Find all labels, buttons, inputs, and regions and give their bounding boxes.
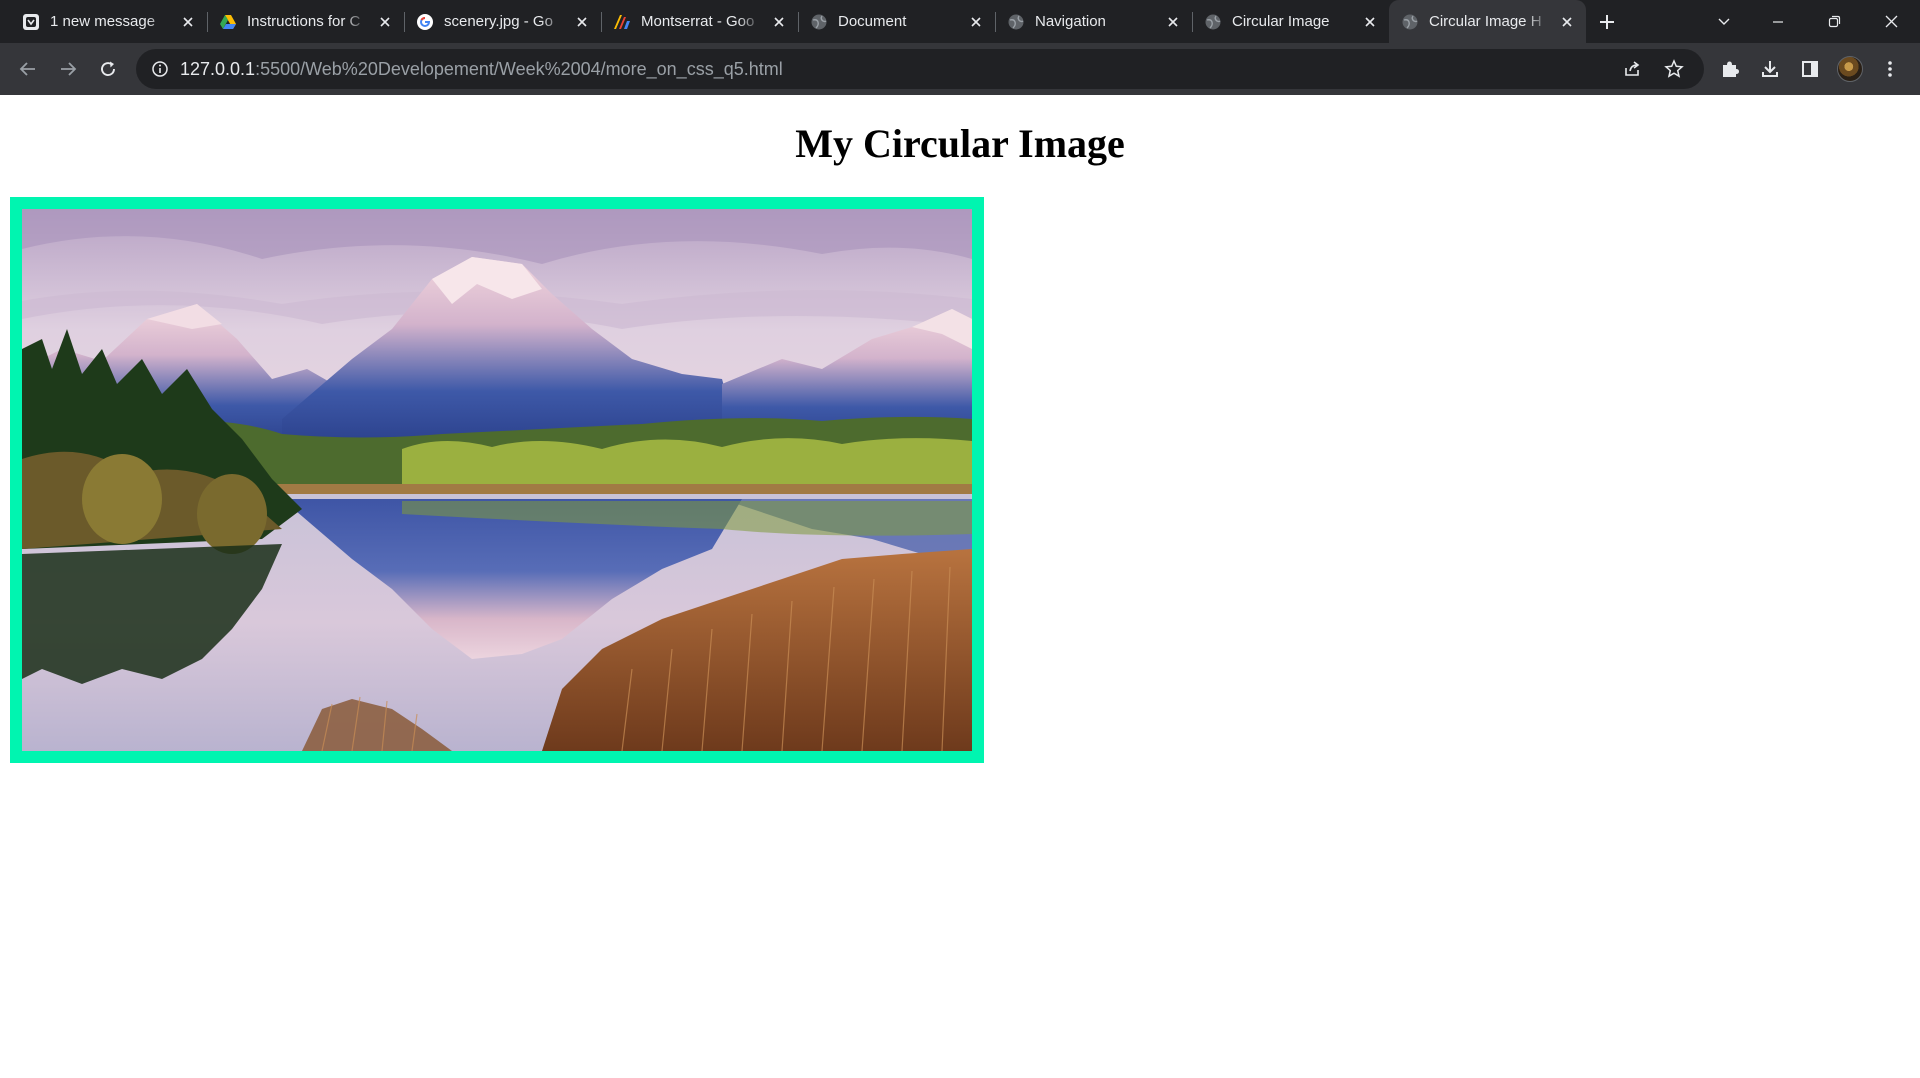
globe-icon [1401, 13, 1419, 31]
toolbar-actions [1712, 49, 1908, 89]
google-fonts-icon [613, 13, 631, 31]
tab-title: scenery.jpg - Go [444, 13, 553, 30]
tab-8-active[interactable]: Circular Image H [1389, 0, 1586, 43]
tab-6[interactable]: Navigation [995, 0, 1192, 43]
tab-3[interactable]: scenery.jpg - Go [404, 0, 601, 43]
download-icon[interactable] [1752, 51, 1788, 87]
tab-title: Circular Image H [1429, 13, 1542, 30]
close-icon[interactable] [179, 13, 197, 31]
tab-title: Instructions for C [247, 13, 361, 30]
reload-icon [101, 61, 115, 76]
extensions-puzzle-icon[interactable] [1712, 51, 1748, 87]
tab-title: Document [838, 13, 907, 30]
url-text[interactable]: 127.0.0.1:5500/Web%20Developement/Week%2… [180, 59, 1614, 80]
arrow-right-icon [61, 62, 77, 76]
close-icon[interactable] [1558, 13, 1576, 31]
restore-button[interactable] [1806, 0, 1863, 43]
address-bar[interactable]: 127.0.0.1:5500/Web%20Developement/Week%2… [136, 49, 1704, 89]
tab-title: 1 new message [50, 13, 156, 30]
globe-icon [1204, 13, 1222, 31]
reload-button[interactable] [88, 49, 128, 89]
mail-app-icon [22, 13, 40, 31]
profile-avatar[interactable] [1832, 51, 1868, 87]
side-panel-icon[interactable] [1792, 51, 1828, 87]
chevron-down-icon [1718, 18, 1730, 25]
close-window-button[interactable] [1863, 0, 1920, 43]
new-tab-button[interactable] [1590, 0, 1624, 43]
tab-4[interactable]: Montserrat - Goo [601, 0, 798, 43]
globe-icon [810, 13, 828, 31]
url-host: 127.0.0.1 [180, 58, 256, 79]
tab-title: Navigation [1035, 13, 1106, 30]
window-controls [1699, 0, 1920, 43]
close-icon[interactable] [967, 13, 985, 31]
browser-toolbar: 127.0.0.1:5500/Web%20Developement/Week%2… [0, 43, 1920, 95]
globe-icon [1007, 13, 1025, 31]
plus-icon [1600, 14, 1614, 29]
tab-strip: 1 new message Instructions for C scenery… [0, 0, 1920, 43]
tab-title: Circular Image [1232, 13, 1330, 30]
restore-icon [1828, 15, 1841, 28]
tab-5[interactable]: Document [798, 0, 995, 43]
bookmark-star-icon[interactable] [1656, 51, 1692, 87]
close-icon[interactable] [770, 13, 788, 31]
tab-7[interactable]: Circular Image [1192, 0, 1389, 43]
tab-title: Montserrat - Goo [641, 13, 755, 30]
google-icon [416, 13, 434, 31]
share-icon[interactable] [1614, 51, 1650, 87]
close-icon[interactable] [1361, 13, 1379, 31]
avatar [1837, 56, 1863, 82]
minimize-button[interactable] [1749, 0, 1806, 43]
close-icon[interactable] [573, 13, 591, 31]
back-button[interactable] [8, 49, 48, 89]
omnibox-actions [1614, 51, 1692, 87]
tab-2[interactable]: Instructions for C [207, 0, 404, 43]
minimize-icon [1772, 20, 1783, 23]
url-path: :5500/Web%20Developement/Week%2004/more_… [255, 58, 783, 79]
menu-kebab-icon[interactable] [1872, 51, 1908, 87]
forward-button[interactable] [48, 49, 88, 89]
close-icon [1885, 15, 1898, 28]
google-drive-icon [219, 13, 237, 31]
tab-search-button[interactable] [1699, 0, 1749, 43]
tab-1[interactable]: 1 new message [10, 0, 207, 43]
close-icon[interactable] [1164, 13, 1182, 31]
scenery-picture [22, 209, 972, 751]
scenery-image [10, 197, 984, 763]
tab-list: 1 new message Instructions for C scenery… [0, 0, 1624, 43]
page-title: My Circular Image [795, 121, 1125, 166]
info-icon[interactable] [148, 57, 172, 81]
arrow-left-icon [19, 62, 35, 76]
page-viewport: My Circular Image [0, 95, 1920, 1078]
close-icon[interactable] [376, 13, 394, 31]
